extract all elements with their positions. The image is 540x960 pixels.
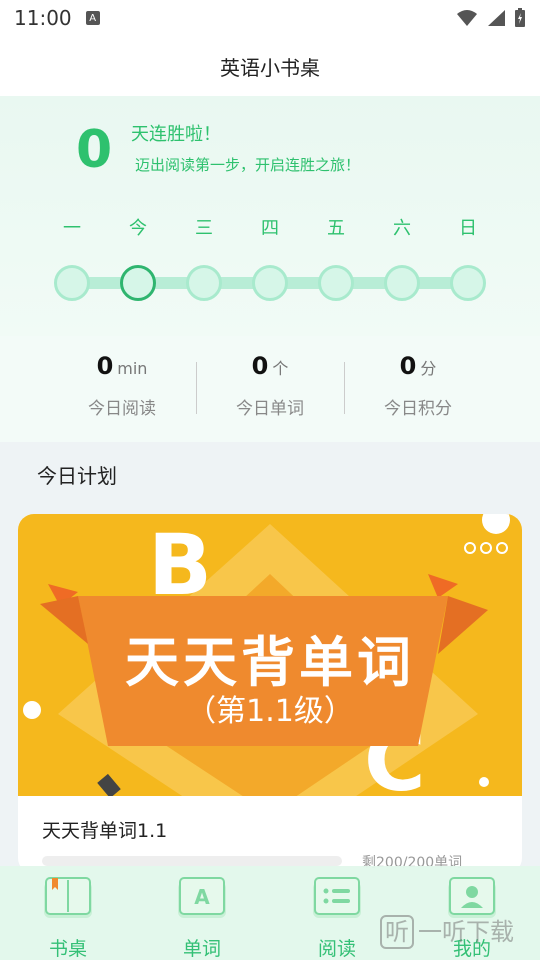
page-title: 英语小书桌 [220,55,320,80]
stat-label: 今日积分 [384,399,452,419]
streak-headline: 天连胜啦！ [131,124,221,145]
tab-words[interactable]: A 单词 [157,874,247,960]
streak-count: 0 [76,120,113,180]
day-dot [252,265,288,301]
banner-subtitle: （第1.1级） [186,694,354,729]
weekday-label: 五 [327,218,345,239]
stat-reading: 0 min 今日阅读 [48,352,196,419]
watermark: 听一听下载 [380,912,514,949]
tab-label: 单词 [182,938,221,960]
stat-words: 0个 今日单词 [196,352,344,419]
battery-icon [515,8,525,27]
stat-label: 今日阅读 [88,399,156,419]
section-title-plan: 今日计划 [37,464,117,488]
day-dot [186,265,222,301]
watermark-text: 一听下载 [418,918,514,946]
status-bar: 11:00 A [0,0,540,36]
notification-a-icon: A [85,11,100,25]
streak-subtitle: 迈出阅读第一步，开启连胜之旅！ [135,156,361,174]
day-dot-today [120,265,156,301]
day-dot [384,265,420,301]
stat-value: 0 [399,352,417,380]
stat-unit: 分 [420,359,437,378]
stat-label: 今日单词 [236,399,304,419]
status-time: 11:00 [14,6,72,30]
list-icon [313,877,361,918]
book-icon [44,877,92,918]
plan-card-title: 天天背单词1.1 [42,820,168,842]
weekday-label: 一 [63,218,81,239]
stat-unit: 个 [272,359,289,378]
weekday-label: 六 [393,218,411,239]
stat-unit: min [117,359,148,378]
plan-card[interactable]: B C 天天背单词 （第1.1级） 天天背单词1.1 剩200/200单词 [18,514,522,874]
plan-progress-bar [42,856,342,866]
day-dot [54,265,90,301]
more-options-icon[interactable] [464,542,508,554]
weekday-label: 三 [195,218,213,239]
stat-value: 0 [251,352,269,380]
svg-text:A: A [194,885,210,909]
watermark-logo: 听 [380,915,414,949]
plan-banner[interactable]: B C 天天背单词 （第1.1级） [18,514,522,796]
wifi-icon [457,10,477,26]
tab-label: 书桌 [48,938,87,960]
tab-label: 阅读 [317,938,356,960]
weekday-label: 今 [129,218,147,239]
tab-desk[interactable]: 书桌 [23,874,113,960]
day-dot [318,265,354,301]
stat-value: 0 [96,352,114,380]
title-bar: 英语小书桌 [0,36,540,96]
letter-a-icon: A [178,877,226,918]
status-icons [456,8,526,28]
day-dot [450,265,486,301]
tab-reading[interactable]: 阅读 [292,874,382,960]
weekday-row: 一 今 三 四 五 六 日 [0,214,540,244]
today-stats: 0 min 今日阅读 0个 今日单词 0分 今日积分 [0,336,540,442]
signal-icon [488,10,505,26]
weekday-label: 日 [459,218,477,239]
stat-points: 0分 今日积分 [344,352,492,419]
streak-panel: 0 天连胜啦！ 迈出阅读第一步，开启连胜之旅！ 一 今 三 四 五 六 日 [0,96,540,336]
weekday-label: 四 [261,218,279,239]
